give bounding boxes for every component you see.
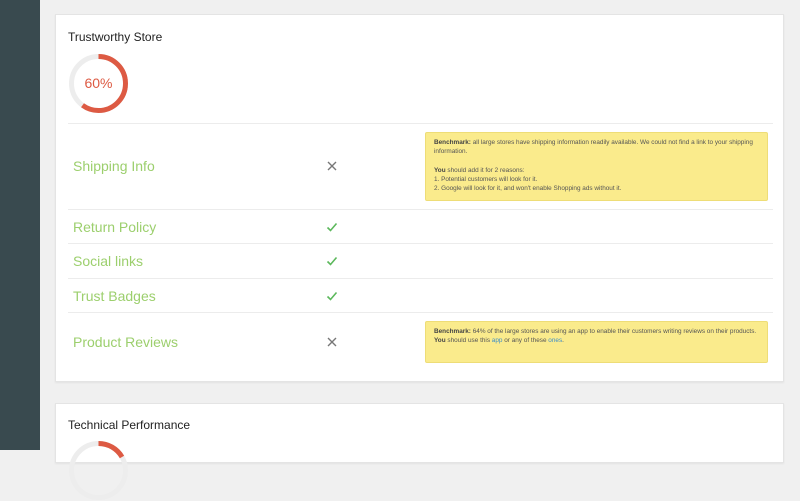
cross-icon xyxy=(327,161,337,171)
check-row-shipping-info: Shipping Info Benchmark: all large store… xyxy=(68,123,773,209)
app-link[interactable]: app xyxy=(492,337,503,344)
you-label: You xyxy=(434,337,446,345)
score-gauge: 60% xyxy=(68,53,129,114)
sidebar xyxy=(0,0,40,450)
check-icon xyxy=(326,291,338,301)
cross-icon xyxy=(327,337,337,347)
you-text: should add it for 2 reasons: xyxy=(445,166,525,174)
trustworthy-store-card: Trustworthy Store 60% Shipping Info Benc… xyxy=(55,14,784,382)
you-label: You xyxy=(434,166,446,174)
end-text: . xyxy=(562,337,564,345)
check-label: Return Policy xyxy=(73,219,157,235)
check-label: Trust Badges xyxy=(73,288,156,304)
check-row-product-reviews: Product Reviews Benchmark: 64% of the la… xyxy=(68,312,773,372)
check-icon xyxy=(326,256,338,266)
check-row-trust-badges: Trust Badges xyxy=(68,278,773,312)
check-row-social-links: Social links xyxy=(68,243,773,278)
you-text: should use this xyxy=(445,337,492,345)
benchmark-text: 64% of the large stores are using an app… xyxy=(470,328,757,335)
benchmark-label: Benchmark: xyxy=(434,328,471,335)
technical-performance-card: Technical Performance xyxy=(55,403,784,500)
check-list: Shipping Info Benchmark: all large store… xyxy=(68,123,773,372)
reason-1: 1. Potential customers will look for it. xyxy=(434,175,538,183)
benchmark-text: all large stores have shipping informati… xyxy=(434,139,753,156)
mid-text: or any of these xyxy=(502,337,549,345)
reason-2: 2. Google will look for it, and won't en… xyxy=(434,185,622,193)
card-title: Technical Performance xyxy=(68,418,191,432)
score-gauge-ring xyxy=(69,440,128,500)
benchmark-label: Benchmark: xyxy=(434,139,471,146)
check-row-return-policy: Return Policy xyxy=(68,209,773,243)
check-icon xyxy=(326,222,338,232)
check-label: Shipping Info xyxy=(73,158,155,174)
benchmark-note-shipping: Benchmark: all large stores have shippin… xyxy=(425,132,768,201)
ones-link[interactable]: ones xyxy=(548,337,562,344)
score-value: 60% xyxy=(84,75,113,91)
check-label: Product Reviews xyxy=(73,334,179,350)
benchmark-note-reviews: Benchmark: 64% of the large stores are u… xyxy=(425,321,768,363)
card-title: Trustworthy Store xyxy=(68,30,163,44)
check-label: Social links xyxy=(73,253,144,269)
